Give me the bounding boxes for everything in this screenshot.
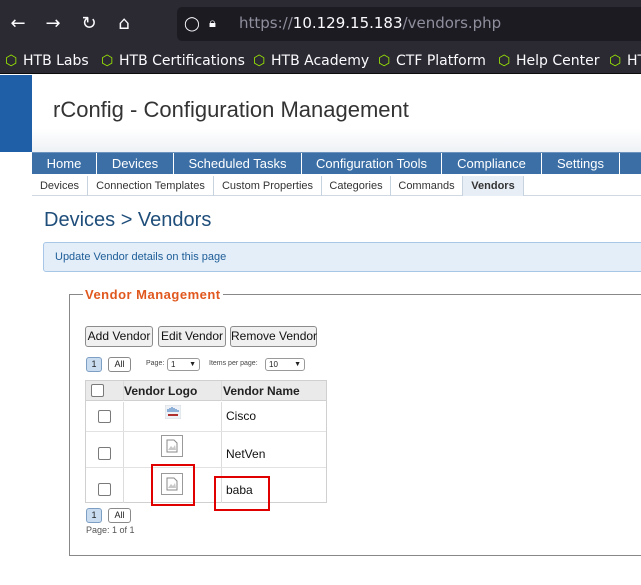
column-header-logo[interactable]: Vendor Logo: [124, 381, 197, 401]
back-arrow-icon[interactable]: ←: [6, 12, 30, 36]
url-host: 10.129.15.183: [292, 14, 403, 32]
nav-scheduled-tasks[interactable]: Scheduled Tasks: [174, 153, 302, 174]
subnav-connection-templates[interactable]: Connection Templates: [88, 176, 214, 196]
pager-bottom-page-1-button[interactable]: 1: [86, 508, 102, 523]
vendor-name: Cisco: [226, 409, 257, 423]
bookmark-label: HTB Academy: [271, 53, 370, 69]
url-bar[interactable]: ◯ 🔒︎ https://10.129.15.183/vendors.php: [177, 7, 641, 41]
forward-arrow-icon[interactable]: →: [41, 12, 65, 36]
page-select-label: Page:: [146, 360, 165, 367]
panel-legend: Vendor Management: [83, 287, 223, 302]
column-divider: [221, 381, 222, 401]
app-title: rConfig - Configuration Management: [53, 97, 409, 122]
htb-cube-icon: ⬡: [101, 53, 114, 69]
per-page-select[interactable]: 10 ▼: [265, 358, 305, 371]
bookmark-ctf-platform[interactable]: ⬡ CTF Platform: [378, 51, 486, 71]
highlight-box-logo: [151, 464, 195, 506]
bookmark-htb-labs[interactable]: ⬡ HTB Labs: [5, 51, 89, 71]
subnav-devices[interactable]: Devices: [32, 176, 88, 196]
table-header: Vendor Logo Vendor Name: [86, 381, 326, 401]
bookmark-label: Help Center: [516, 53, 600, 69]
pager-all-button[interactable]: All: [108, 357, 131, 372]
nav-settings[interactable]: Settings: [542, 153, 620, 174]
shield-icon[interactable]: ◯: [183, 15, 201, 33]
bookmark-label: HTB Certifications: [119, 53, 245, 69]
highlight-box-name: [214, 476, 270, 511]
nav-compliance[interactable]: Compliance: [442, 153, 542, 174]
row-checkbox[interactable]: [98, 410, 111, 423]
pager-page-1-button[interactable]: 1: [86, 357, 102, 372]
htb-cube-icon: ⬡: [5, 53, 18, 69]
page-info: Page: 1 of 1: [86, 525, 135, 535]
bookmark-ht[interactable]: ⬡ HT: [609, 51, 641, 71]
column-divider: [123, 468, 124, 503]
info-bar: Update Vendor details on this page: [43, 242, 641, 272]
per-page-label: Items per page:: [209, 360, 258, 367]
remove-vendor-button[interactable]: Remove Vendor: [230, 326, 317, 347]
row-checkbox[interactable]: [98, 483, 111, 496]
nav-home[interactable]: Home: [32, 153, 97, 174]
cisco-logo: [164, 404, 182, 420]
bookmark-htb-certifications[interactable]: ⬡ HTB Certifications: [101, 51, 245, 71]
bookmark-help-center[interactable]: ⬡ Help Center: [498, 51, 600, 71]
browser-toolbar: ← → ↻ ⌂ ◯ 🔒︎ https://10.129.15.183/vendo…: [0, 0, 641, 48]
table-row[interactable]: NetVen: [86, 432, 326, 468]
htb-cube-icon: ⬡: [609, 53, 622, 69]
subnav-categories[interactable]: Categories: [322, 176, 391, 196]
vendor-name: NetVen: [226, 447, 266, 461]
subnav-custom-properties[interactable]: Custom Properties: [214, 176, 322, 196]
vendor-table: Vendor Logo Vendor Name Cisco NetVen bab…: [85, 380, 327, 503]
bookmark-htb-academy[interactable]: ⬡ HTB Academy: [253, 51, 369, 71]
page-select[interactable]: 1 ▼: [167, 358, 200, 371]
left-accent-bar: [0, 75, 32, 152]
page-title: Devices > Vendors: [44, 209, 212, 231]
web-page: rConfig - Configuration Management Home …: [0, 75, 641, 585]
subnav-vendors[interactable]: Vendors: [463, 176, 524, 196]
reload-icon[interactable]: ↻: [77, 12, 101, 36]
url-path: /vendors.php: [402, 14, 502, 32]
subnav-commands[interactable]: Commands: [391, 176, 463, 196]
nav-devices[interactable]: Devices: [97, 153, 174, 174]
select-all-checkbox[interactable]: [91, 384, 104, 397]
htb-cube-icon: ⬡: [498, 53, 511, 69]
home-icon[interactable]: ⌂: [112, 12, 136, 36]
nav-configuration-tools[interactable]: Configuration Tools: [302, 153, 442, 174]
column-divider: [221, 402, 222, 431]
sub-nav: Devices Connection Templates Custom Prop…: [32, 176, 641, 196]
chevron-down-icon: ▼: [294, 361, 301, 368]
main-nav: Home Devices Scheduled Tasks Configurati…: [32, 152, 641, 174]
info-text: Update Vendor details on this page: [55, 251, 227, 263]
column-divider: [123, 432, 124, 467]
table-row[interactable]: baba: [86, 468, 326, 503]
htb-cube-icon: ⬡: [378, 53, 391, 69]
column-divider: [123, 402, 124, 431]
edit-vendor-button[interactable]: Edit Vendor: [158, 326, 226, 347]
page-select-value: 1: [171, 360, 176, 369]
url-text[interactable]: https://10.129.15.183/vendors.php: [239, 14, 501, 32]
per-page-value: 10: [269, 360, 278, 369]
bookmark-label: HT: [627, 53, 641, 69]
url-scheme: https://: [239, 14, 293, 32]
lock-icon[interactable]: 🔒︎: [209, 15, 227, 33]
htb-cube-icon: ⬡: [253, 53, 266, 69]
bookmark-label: CTF Platform: [396, 53, 486, 69]
bookmarks-bar: ⬡ HTB Labs ⬡ HTB Certifications ⬡ HTB Acade…: [0, 48, 641, 74]
bookmark-label: HTB Labs: [23, 53, 89, 69]
row-checkbox[interactable]: [98, 447, 111, 460]
table-row[interactable]: Cisco: [86, 402, 326, 432]
column-divider: [221, 432, 222, 467]
add-vendor-button[interactable]: Add Vendor: [85, 326, 153, 347]
broken-image-icon: [161, 435, 183, 457]
chevron-down-icon: ▼: [189, 361, 196, 368]
pager-bottom-all-button[interactable]: All: [108, 508, 131, 523]
column-header-name[interactable]: Vendor Name: [223, 381, 300, 401]
